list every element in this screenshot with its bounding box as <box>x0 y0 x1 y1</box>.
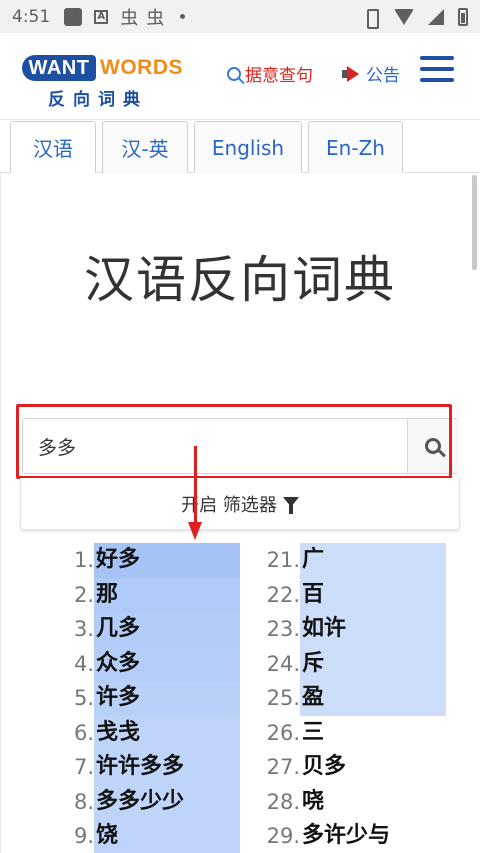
search-icon <box>227 66 241 81</box>
list-item[interactable]: 3. 几多 <box>52 612 240 647</box>
more-notifications-dot-icon <box>180 14 186 19</box>
search-icon <box>425 438 441 454</box>
list-item[interactable]: 23. 如许 <box>258 612 446 647</box>
result-index: 6. <box>73 720 94 745</box>
list-item[interactable]: 21. 广 <box>258 543 446 578</box>
result-index: 21. <box>266 548 300 573</box>
list-item[interactable]: 26. 三 <box>258 716 446 751</box>
tab-chinese-english[interactable]: 汉-英 <box>102 121 188 173</box>
list-item[interactable]: 24. 斥 <box>258 646 446 681</box>
result-word[interactable]: 饶 <box>94 819 240 853</box>
list-item[interactable]: 6. 戋戋 <box>52 715 240 750</box>
result-index: 9. <box>73 824 94 849</box>
result-index: 3. <box>73 617 94 642</box>
list-item[interactable]: 22. 百 <box>258 577 446 612</box>
list-item[interactable]: 9. 饶 <box>52 819 240 853</box>
tab-chinese[interactable]: 汉语 <box>10 121 96 173</box>
logo-words-text: WORDS <box>100 56 183 79</box>
result-word[interactable]: 戋戋 <box>94 715 240 750</box>
wantwords-logo[interactable]: WANT WORDS 反向词典 <box>22 51 184 111</box>
result-index: 2. <box>73 582 94 607</box>
list-item[interactable]: 7. 许许多多 <box>52 750 240 785</box>
result-word[interactable]: 盈 <box>300 681 446 716</box>
list-item[interactable]: 29. 多许少与 <box>258 819 446 853</box>
menu-icon[interactable] <box>420 56 454 82</box>
tab-english[interactable]: English <box>194 121 302 173</box>
battery-icon <box>458 7 468 26</box>
search-button[interactable] <box>407 419 458 473</box>
list-item[interactable]: 28. 哓 <box>258 785 446 820</box>
list-item[interactable]: 8. 多多少少 <box>52 784 240 819</box>
page-title: 汉语反向词典 <box>84 251 396 309</box>
status-bar: 4:51 A 虫 虫 <box>0 0 480 33</box>
reverse-sentence-search-link[interactable]: 据意查句 <box>227 61 313 86</box>
list-item[interactable]: 27. 贝多 <box>258 750 446 785</box>
status-time: 4:51 <box>12 6 51 27</box>
results-column-right: 21. 广 22. 百 23. 如许 24. 斥 25. 盈 26. 三 27. 贝多 28.… <box>258 543 446 853</box>
list-item[interactable]: 1. 好多 <box>52 543 240 578</box>
list-item[interactable]: 5. 许多 <box>52 681 240 716</box>
results-list: 1. 好多 2. 那 3. 几多 4. 众多 5. 许多 6. 戋戋 7. 许许多多 8. 多多… <box>0 543 480 853</box>
search-input[interactable] <box>23 419 407 473</box>
list-item[interactable]: 4. 众多 <box>52 646 240 681</box>
reverse-search-label: 据意查句 <box>245 66 313 86</box>
result-index: 26. <box>266 720 300 745</box>
result-index: 29. <box>266 824 300 849</box>
result-word[interactable]: 许多 <box>94 681 240 716</box>
result-word[interactable]: 多多少少 <box>94 784 240 819</box>
result-index: 1. <box>73 548 94 573</box>
result-word[interactable]: 多许少与 <box>300 819 446 853</box>
list-item[interactable]: 2. 那 <box>52 577 240 612</box>
result-index: 25. <box>266 686 300 711</box>
result-index: 24. <box>266 651 300 676</box>
announce-label: 公告 <box>366 66 400 86</box>
notification-square-icon <box>64 7 83 26</box>
logo-want-text: WANT <box>22 55 96 81</box>
announcement-link[interactable]: 公告 <box>342 61 400 86</box>
tab-english-chinese[interactable]: En-Zh <box>308 121 403 173</box>
result-word[interactable]: 许许多多 <box>94 750 240 785</box>
result-index: 5. <box>73 686 94 711</box>
result-word[interactable]: 众多 <box>94 646 240 681</box>
bug-icon: 虫 <box>146 7 165 29</box>
result-word[interactable]: 斥 <box>300 646 446 681</box>
megaphone-icon <box>342 66 364 82</box>
result-index: 8. <box>73 789 94 814</box>
result-index: 4. <box>73 651 94 676</box>
search-box <box>22 418 458 474</box>
result-index: 28. <box>266 789 300 814</box>
result-word[interactable]: 哓 <box>300 785 446 820</box>
result-index: 7. <box>73 755 94 780</box>
vibrate-icon <box>362 8 380 29</box>
result-index: 27. <box>266 755 300 780</box>
filter-toggle[interactable]: 开启 筛选器 <box>20 478 460 530</box>
result-word[interactable]: 广 <box>300 543 446 578</box>
wifi-icon <box>394 8 414 25</box>
a-app-icon: A <box>94 9 109 24</box>
language-tabs: 汉语 汉-英 English En-Zh <box>10 121 470 173</box>
results-column-left: 1. 好多 2. 那 3. 几多 4. 众多 5. 许多 6. 戋戋 7. 许许多多 8. 多多… <box>52 543 240 853</box>
result-word[interactable]: 百 <box>300 577 446 612</box>
filter-icon <box>282 496 299 514</box>
logo-cn-text: 反向词典 <box>48 90 148 110</box>
site-header: WANT WORDS 反向词典 据意查句 公告 <box>0 33 480 120</box>
result-word[interactable]: 贝多 <box>300 750 446 785</box>
filter-label: 开启 筛选器 <box>181 494 277 516</box>
result-word[interactable]: 三 <box>300 716 446 751</box>
result-word[interactable]: 好多 <box>94 543 240 578</box>
result-word[interactable]: 几多 <box>94 612 240 647</box>
bug-icon: 虫 <box>120 7 139 29</box>
list-item[interactable]: 25. 盈 <box>258 681 446 716</box>
result-word[interactable]: 那 <box>94 577 240 612</box>
result-word[interactable]: 如许 <box>300 612 446 647</box>
result-index: 22. <box>266 582 300 607</box>
signal-icon <box>428 8 444 25</box>
result-index: 23. <box>266 617 300 642</box>
